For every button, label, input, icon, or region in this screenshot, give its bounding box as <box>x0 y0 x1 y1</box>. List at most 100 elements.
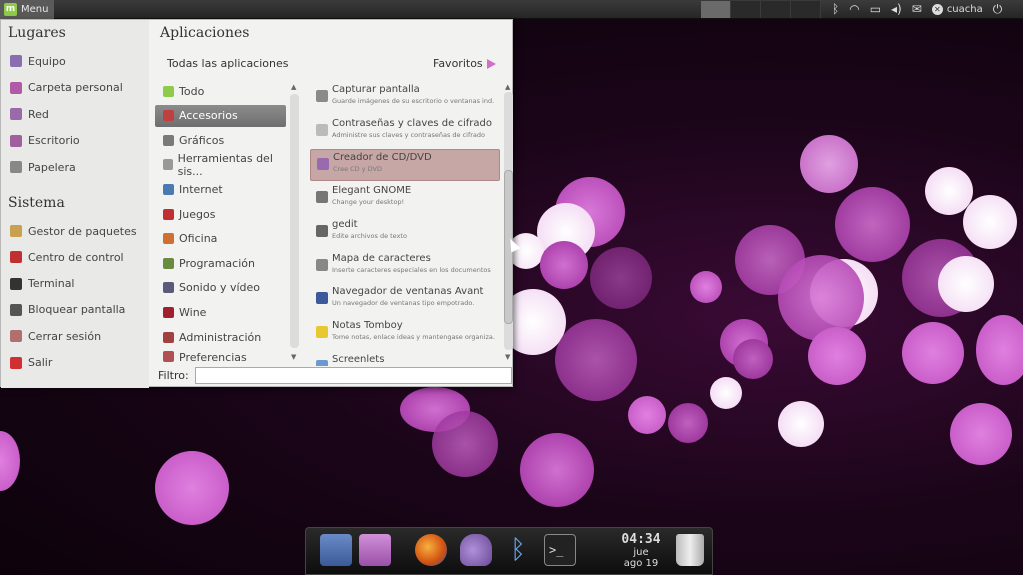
places-title: Lugares <box>8 25 66 41</box>
battery-icon[interactable]: ▭ <box>870 0 881 19</box>
disc-burner-icon <box>317 158 329 171</box>
computer-icon <box>10 55 22 67</box>
system-item-label: Cerrar sesión <box>28 329 102 343</box>
category-label: Oficina <box>179 232 218 246</box>
category-item[interactable]: Herramientas del sis... <box>155 152 286 178</box>
scroll-down-icon[interactable]: ▼ <box>505 353 510 361</box>
system-tray: ᛒ ◠ ▭ ◂) ✉ ✕ cuacha ⏻ <box>832 0 1002 19</box>
system-item-4[interactable]: Cerrar sesión <box>10 327 101 345</box>
category-label: Administración <box>179 330 262 344</box>
scroll-down-icon[interactable]: ▼ <box>291 353 296 361</box>
category-item[interactable]: Programación <box>155 252 286 274</box>
category-item[interactable]: Accesorios <box>155 104 286 127</box>
app-description: Guarde imágenes de su escritorio o venta… <box>332 97 495 105</box>
category-item[interactable]: Juegos <box>155 203 286 225</box>
category-item[interactable]: Todo <box>155 80 286 102</box>
place-item-0[interactable]: Equipo <box>10 52 66 70</box>
app-item[interactable]: Notas Tomboy Tome notas, enlace ideas y m… <box>310 318 500 350</box>
app-item[interactable]: Screenlets <box>310 352 500 366</box>
firefox-icon[interactable] <box>415 534 447 566</box>
menu-sidebar: Lugares Equipo Carpeta personal Red Escrito… <box>1 20 149 388</box>
category-item[interactable]: Internet <box>155 178 286 200</box>
system-item-0[interactable]: Gestor de paquetes <box>10 222 137 240</box>
avant-icon <box>316 292 328 305</box>
app-description: Tome notas, enlace ideas y mantengase or… <box>332 332 495 341</box>
all-icon <box>163 85 174 97</box>
power-icon[interactable]: ⏻ <box>993 0 1003 19</box>
photo-manager-icon[interactable] <box>320 534 352 566</box>
top-panel: m Menu ᛒ ◠ ▭ ◂) ✉ ✕ cuacha ⏻ <box>0 0 1023 19</box>
app-item[interactable]: Navegador de ventanas Avant Un navegador … <box>310 284 500 316</box>
system-item-5[interactable]: Salir <box>10 354 52 372</box>
clock-applet[interactable]: 04:34 jue ago 19 <box>606 532 676 569</box>
workspace-1[interactable] <box>701 1 731 18</box>
office-icon <box>163 233 174 245</box>
menu-button[interactable]: m Menu <box>0 0 55 19</box>
wine-icon <box>163 306 174 318</box>
app-item[interactable]: Mapa de caracteres Inserte caracteres esp… <box>310 251 500 283</box>
terminal-icon <box>10 277 22 290</box>
scroll-up-icon[interactable]: ▲ <box>291 83 296 91</box>
app-description: Edite archivos de texto <box>332 231 407 240</box>
tomboy-icon <box>316 325 328 338</box>
wifi-icon[interactable]: ◠ <box>849 0 859 19</box>
workspace-4[interactable] <box>791 1 821 18</box>
app-item[interactable]: Elegant GNOME Change your desktop! <box>310 183 500 215</box>
place-item-1[interactable]: Carpeta personal <box>10 79 123 97</box>
category-item[interactable]: Wine <box>155 301 286 323</box>
trash-icon[interactable] <box>676 534 704 566</box>
bluetooth-icon[interactable]: ᛒ <box>502 534 534 566</box>
filter-label: Filtro: <box>158 369 189 382</box>
mail-icon[interactable]: ✉ <box>912 0 922 19</box>
menu-button-label: Menu <box>21 3 49 15</box>
preferences-icon <box>163 350 174 362</box>
network-icon <box>10 108 22 120</box>
system-item-2[interactable]: Terminal <box>10 275 75 293</box>
category-item[interactable]: Oficina <box>155 228 286 250</box>
app-item[interactable]: Contraseñas y claves de cifrado Administr… <box>310 116 500 148</box>
app-item[interactable]: gedit Edite archivos de texto <box>310 217 500 249</box>
place-item-2[interactable]: Red <box>10 105 49 123</box>
app-description: Administre sus claves y contraseñas de c… <box>332 130 486 139</box>
keys-icon <box>316 123 328 136</box>
workspace-3[interactable] <box>761 1 791 18</box>
programming-icon <box>163 257 174 269</box>
filter-input[interactable] <box>195 367 512 384</box>
volume-icon[interactable]: ◂) <box>891 0 902 19</box>
category-label: Todo <box>179 84 205 98</box>
file-manager-icon[interactable] <box>359 534 391 566</box>
user-name: cuacha <box>946 4 983 15</box>
clock-time: 04:34 <box>621 532 661 547</box>
app-item[interactable]: Creador de CD/DVD Cree CD y DVD <box>310 149 500 182</box>
category-label: Juegos <box>179 207 216 221</box>
category-label: Internet <box>179 182 223 196</box>
bluetooth-icon[interactable]: ᛒ <box>832 0 839 19</box>
package-icon <box>10 225 22 237</box>
place-item-3[interactable]: Escritorio <box>10 132 80 150</box>
categories-scrollbar[interactable] <box>290 94 299 348</box>
user-icon[interactable]: ✕ cuacha <box>931 0 983 19</box>
workspace-2[interactable] <box>731 1 761 18</box>
favorites-button[interactable]: Favoritos <box>433 57 496 70</box>
app-item[interactable]: Capturar pantalla Guarde imágenes de su e… <box>310 82 500 114</box>
home-folder-icon <box>10 81 22 94</box>
quit-icon <box>10 356 22 369</box>
scroll-up-icon[interactable]: ▲ <box>505 83 510 91</box>
pidgin-icon[interactable] <box>460 534 492 566</box>
terminal-icon[interactable]: >_ <box>544 534 576 566</box>
screenshot-icon <box>316 90 328 102</box>
arrow-right-icon <box>486 58 496 69</box>
category-item[interactable]: Sonido y vídeo <box>155 277 286 299</box>
category-item[interactable]: Gráficos <box>155 129 286 151</box>
place-item-label: Equipo <box>28 54 66 68</box>
system-item-3[interactable]: Bloquear pantalla <box>10 301 125 319</box>
category-item[interactable]: Preferencias <box>155 350 286 363</box>
system-tools-icon <box>163 159 173 171</box>
category-item[interactable]: Administración <box>155 326 286 348</box>
app-name: Navegador de ventanas Avant <box>332 286 484 298</box>
system-item-1[interactable]: Centro de control <box>10 248 124 266</box>
app-name: Mapa de caracteres <box>332 252 431 264</box>
mint-logo-icon: m <box>4 2 17 16</box>
place-item-4[interactable]: Papelera <box>10 158 76 176</box>
app-name: Elegant GNOME <box>332 185 412 197</box>
